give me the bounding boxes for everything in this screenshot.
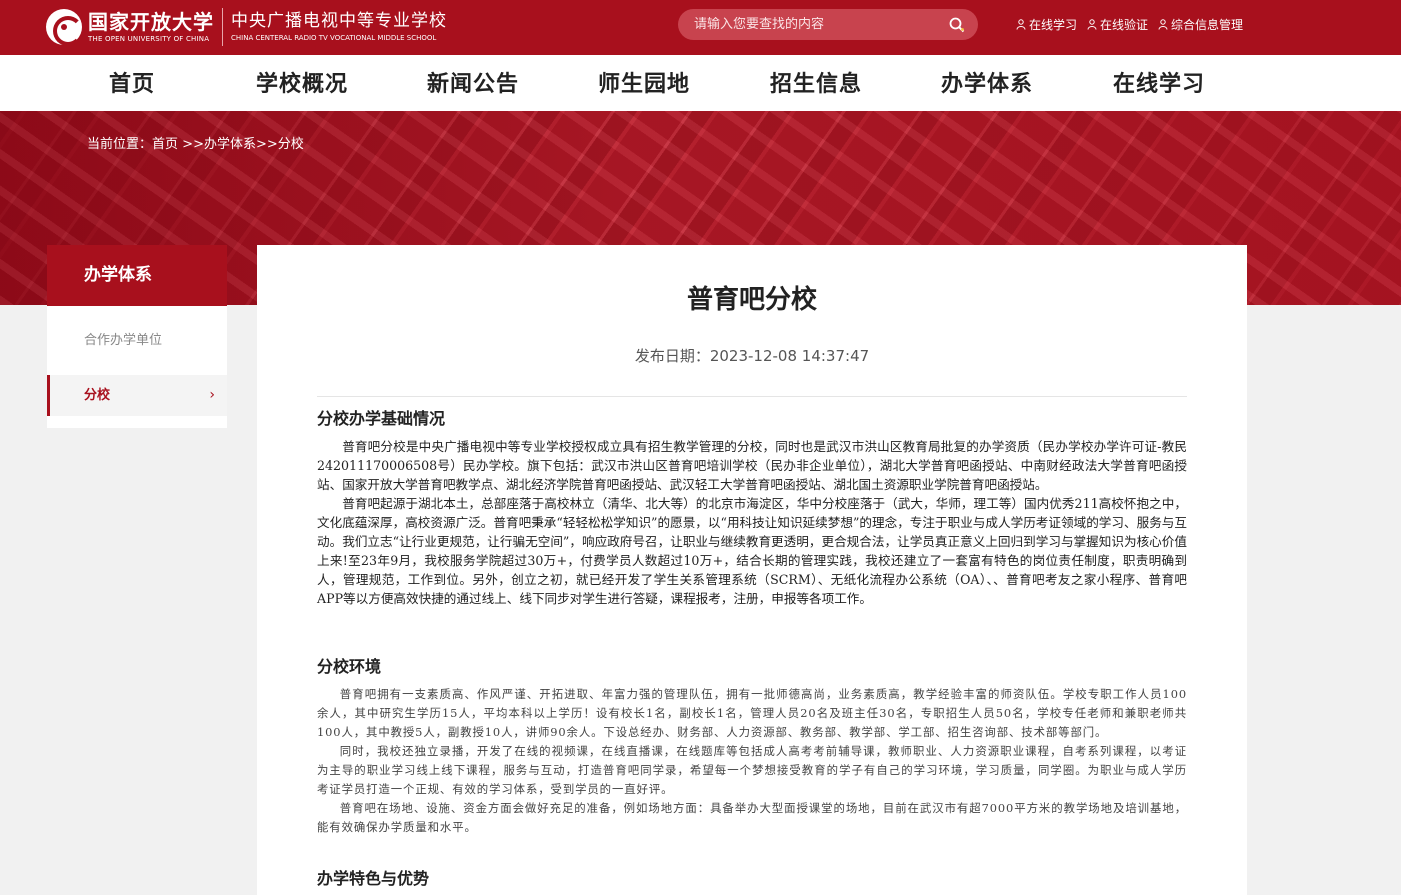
user-icon [1158, 19, 1168, 30]
logo-main-en-text: THE OPEN UNIVERSITY OF CHINA [88, 35, 210, 43]
sidebar-item-partners[interactable]: 合作办学单位 [47, 320, 227, 361]
publish-date-label: 发布日期： [634, 347, 710, 365]
section-environment: 分校环境 普育吧拥有一支素质高、作风严谨、开拓进取、年富力强的管理队伍，拥有一批… [317, 655, 1187, 837]
article-title: 普育吧分校 [686, 285, 817, 315]
nav-admission[interactable]: 招生信息 [770, 66, 862, 98]
breadcrumb-system[interactable]: 办学体系 [204, 137, 256, 152]
nav-campus[interactable]: 师生园地 [598, 66, 690, 98]
online-learning-label: 在线学习 [1029, 18, 1078, 32]
section-basic-info: 分校办学基础情况 普育吧分校是中央广播电视中等专业学校授权成立具有招生教学管理的… [317, 407, 1187, 608]
logo-secondary: 中央广播电视中等专业学校 CHINA CENTERAL RADIO TV VOC… [231, 10, 447, 44]
top-links: 在线学习 在线验证 综合信息管理 [1016, 16, 1243, 33]
university-emblem-icon [46, 9, 83, 46]
breadcrumb-home[interactable]: 首页 [152, 137, 178, 152]
paragraph: 普育吧起源于湖北本土，总部座落于高校林立（清华、北大等）的北京市海淀区，华中分校… [317, 496, 1187, 606]
info-management-link[interactable]: 综合信息管理 [1158, 16, 1243, 33]
paragraph: 普育吧在场地、设施、资金方面会做好充足的准备，例如场地方面：具备举办大型面授课堂… [317, 801, 1187, 834]
nav-system[interactable]: 办学体系 [941, 66, 1033, 98]
logo-divider [222, 8, 223, 46]
user-icon [1016, 19, 1026, 30]
section-features: 办学特色与优势 [317, 867, 1187, 895]
section-heading: 分校环境 [317, 657, 382, 676]
article-panel: 普育吧分校 发布日期：2023-12-08 14:37:47 分校办学基础情况 … [257, 245, 1247, 895]
logo-sub-text: 中央广播电视中等专业学校 [231, 11, 447, 31]
online-verify-label: 在线验证 [1100, 18, 1149, 32]
sidebar-item-branch[interactable]: 分校 › [47, 375, 227, 416]
chevron-right-icon: › [209, 387, 215, 403]
logo-main-text: 国家开放大学 [88, 10, 214, 34]
paragraph: 同时，我校还独立录播，开发了在线的视频课，在线直播课，在线题库等包括成人高考考前… [317, 744, 1187, 796]
nav-about[interactable]: 学校概况 [256, 66, 348, 98]
sidebar: 合作办学单位 分校 › [47, 306, 227, 428]
logo-primary: 国家开放大学 THE OPEN UNIVERSITY OF CHINA [88, 10, 214, 44]
info-management-label: 综合信息管理 [1171, 18, 1244, 32]
breadcrumb-separator: >> [255, 137, 278, 152]
search-input[interactable] [694, 17, 948, 32]
search-box [678, 9, 978, 40]
logo-sub-en-text: CHINA CENTERAL RADIO TV VOCATIONAL MIDDL… [231, 34, 437, 42]
online-learning-link[interactable]: 在线学习 [1016, 16, 1077, 33]
main-nav: 首页 学校概况 新闻公告 师生园地 招生信息 办学体系 在线学习 [0, 55, 1401, 111]
nav-news[interactable]: 新闻公告 [427, 66, 519, 98]
nav-home[interactable]: 首页 [109, 66, 155, 98]
paragraph: 普育吧分校是中央广播电视中等专业学校授权成立具有招生教学管理的分校，同时也是武汉… [317, 439, 1187, 492]
breadcrumb-separator: >> [182, 137, 204, 152]
section-heading: 分校办学基础情况 [317, 409, 446, 428]
paragraph: 普育吧拥有一支素质高、作风严谨、开拓进取、年富力强的管理队伍，拥有一批师德高尚，… [317, 687, 1187, 739]
user-icon [1087, 19, 1097, 30]
publish-date: 发布日期：2023-12-08 14:37:47 [257, 345, 1247, 366]
online-verify-link[interactable]: 在线验证 [1087, 16, 1148, 33]
sidebar-item-label: 合作办学单位 [84, 333, 163, 348]
search-icon[interactable] [948, 16, 966, 34]
breadcrumb-branch[interactable]: 分校 [278, 137, 304, 152]
nav-online-learning[interactable]: 在线学习 [1113, 66, 1205, 98]
publish-date-value: 2023-12-08 14:37:47 [709, 347, 870, 365]
breadcrumb-prefix: 当前位置： [87, 137, 153, 152]
sidebar-item-label: 分校 [84, 388, 111, 403]
title-divider [317, 396, 1187, 397]
breadcrumb: 当前位置：首页 >>办学体系>>分校 [87, 133, 304, 152]
top-bar: 国家开放大学 THE OPEN UNIVERSITY OF CHINA 中央广播… [0, 0, 1401, 55]
sidebar-title: 办学体系 [47, 245, 227, 306]
section-heading: 办学特色与优势 [317, 869, 430, 888]
site-logo[interactable]: 国家开放大学 THE OPEN UNIVERSITY OF CHINA 中央广播… [46, 4, 456, 50]
